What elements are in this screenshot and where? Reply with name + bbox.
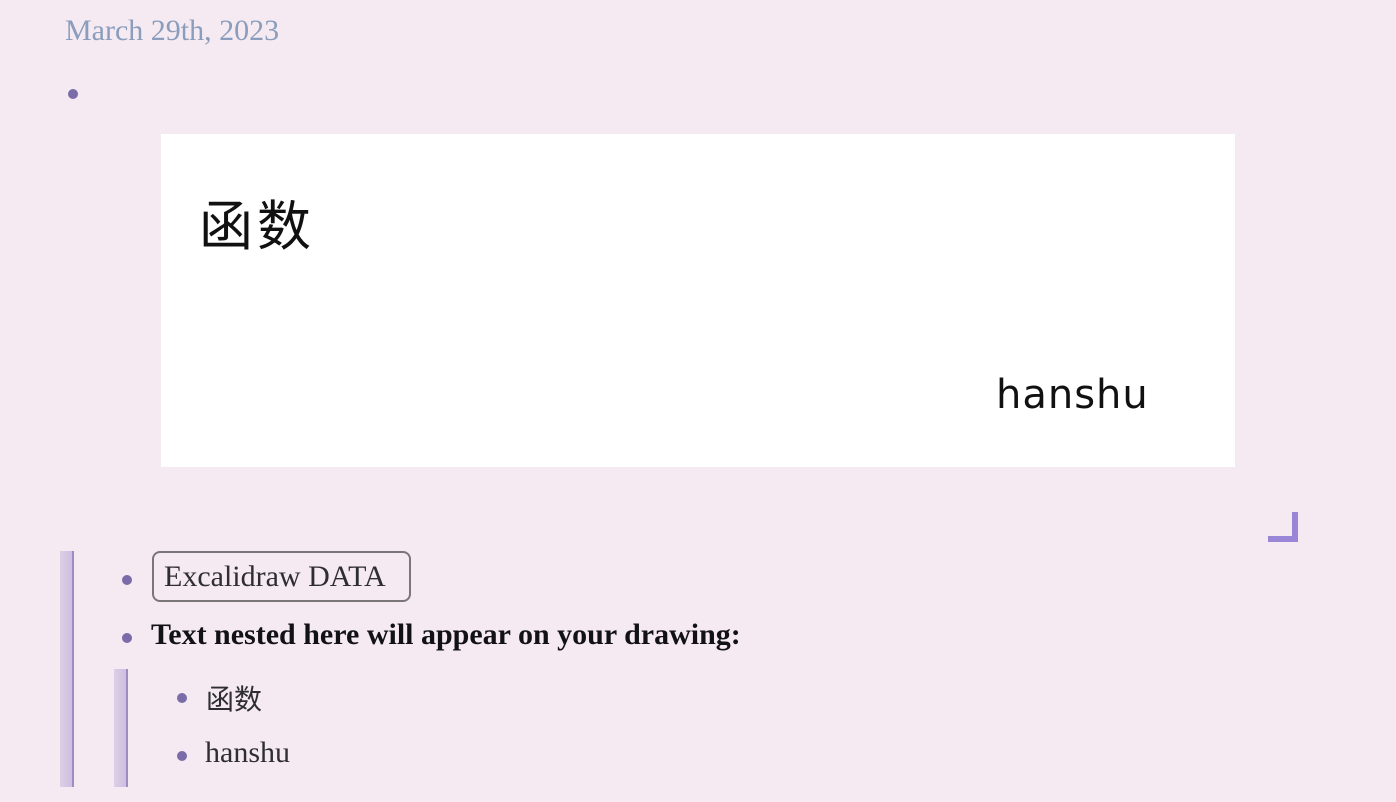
nested-item-chinese[interactable]: 函数 [206, 678, 262, 718]
bullet-icon[interactable] [122, 575, 132, 585]
page-title[interactable]: March 29th, 2023 [65, 14, 279, 48]
instruction-text[interactable]: Text nested here will appear on your dra… [151, 618, 741, 652]
nested-guide-line [114, 669, 128, 787]
drawing-text-pinyin: hanshu [996, 372, 1149, 418]
excalidraw-data-tag[interactable]: Excalidraw DATA [152, 551, 411, 602]
nested-item-pinyin[interactable]: hanshu [205, 736, 290, 770]
block-guide-line [60, 551, 74, 787]
excalidraw-drawing[interactable]: 函数 hanshu [161, 134, 1235, 467]
drawing-text-chinese: 函数 [199, 195, 315, 258]
bullet-icon[interactable] [177, 693, 187, 703]
bullet-icon[interactable] [122, 633, 132, 643]
bullet-icon[interactable] [68, 89, 78, 99]
bullet-icon[interactable] [177, 751, 187, 761]
resize-handle-icon[interactable] [1268, 512, 1298, 542]
